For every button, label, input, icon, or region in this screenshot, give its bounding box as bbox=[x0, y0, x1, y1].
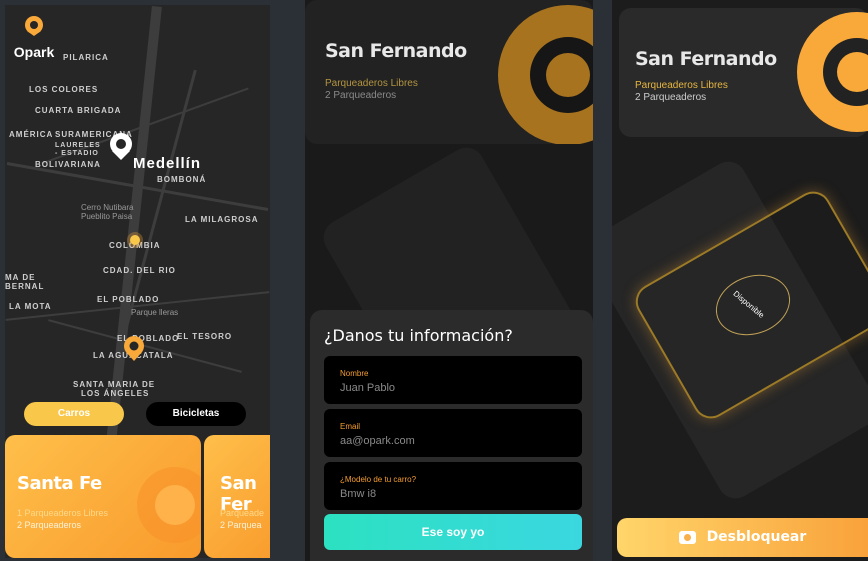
map-label: LA MOTA bbox=[9, 302, 52, 311]
map-label: Pueblito Paisa bbox=[81, 212, 133, 221]
station-subtitle: Parqueaderos Libres 2 Parqueaderos bbox=[325, 78, 418, 102]
map-label: Cerro Nutibara bbox=[81, 203, 134, 212]
field-value: Bmw i8 bbox=[340, 488, 377, 500]
station-subtitle: Parqueaderos Libres 2 Parqueaderos bbox=[635, 80, 728, 104]
parking-marker-icon[interactable] bbox=[108, 132, 134, 162]
parking-marker-icon[interactable] bbox=[122, 335, 146, 363]
field-value: aa@opark.com bbox=[340, 435, 415, 447]
parking-card[interactable]: Santa Fe 1 Parqueaderos Libres 2 Parquea… bbox=[5, 435, 201, 558]
unlock-button[interactable]: Desbloquear bbox=[617, 518, 868, 557]
card-total-count: 2 Parqueaderos bbox=[17, 520, 82, 530]
card-total-count: 2 Parquea bbox=[220, 520, 262, 530]
field-label: Email bbox=[340, 422, 361, 431]
camera-icon bbox=[678, 530, 696, 544]
field-value: Juan Pablo bbox=[340, 382, 396, 394]
field-label: ¿Modelo de tu carro? bbox=[340, 475, 417, 484]
map-label: LOS COLORES bbox=[29, 85, 99, 94]
map-label: LOS ÁNGELES bbox=[81, 389, 150, 398]
email-field[interactable]: Email aa@opark.com bbox=[324, 409, 582, 457]
form-screen: San Fernando Parqueaderos Libres 2 Parqu… bbox=[305, 0, 593, 561]
car-model-field[interactable]: ¿Modelo de tu carro? Bmw i8 bbox=[324, 462, 582, 510]
card-title: Santa Fe bbox=[17, 473, 102, 494]
pin-icon bbox=[498, 5, 593, 144]
submit-button[interactable]: Ese soy yo bbox=[324, 514, 582, 550]
map-label: PILARICA bbox=[63, 53, 109, 62]
toggle-bikes-button[interactable]: Bicicletas bbox=[146, 402, 246, 426]
card-free-count: 1 Parqueaderos Libres bbox=[17, 508, 109, 518]
card-subtitle: Parqueade 2 Parquea bbox=[220, 507, 264, 531]
toggle-cars-button[interactable]: Carros bbox=[24, 402, 124, 426]
app-logo: Opark bbox=[11, 15, 57, 60]
total-count: 2 Parqueaderos bbox=[325, 90, 397, 101]
map-label: SANTA MARIA DE bbox=[73, 380, 156, 389]
map-label: - ESTADIO bbox=[55, 150, 99, 157]
pin-icon bbox=[797, 12, 868, 132]
free-count: Parqueaderos Libres bbox=[635, 80, 728, 91]
map-city-label: Medellín bbox=[133, 155, 202, 172]
pin-icon bbox=[25, 16, 43, 36]
card-subtitle: 1 Parqueaderos Libres 2 Parqueaderos bbox=[17, 507, 108, 531]
card-free-count: Parqueade bbox=[220, 508, 265, 518]
info-form-sheet: ¿Danos tu información? Nombre Juan Pablo… bbox=[310, 310, 593, 561]
parking-card[interactable]: San Fer Parqueade 2 Parquea bbox=[204, 435, 270, 558]
map-label: AMÉRICA bbox=[9, 130, 54, 139]
map-label: CUARTA BRIGADA bbox=[35, 106, 122, 115]
map-label: LA MILAGROSA bbox=[185, 215, 259, 224]
map-label: LAURELES bbox=[55, 142, 101, 149]
total-count: 2 Parqueaderos bbox=[635, 92, 707, 103]
location-dot-icon bbox=[127, 232, 143, 248]
map-label: CDAD. DEL RIO bbox=[103, 266, 176, 275]
map-label: BOMBONÁ bbox=[157, 175, 207, 184]
map-label: EL POBLADO bbox=[97, 295, 160, 304]
map-label: BOLIVARIANA bbox=[35, 160, 101, 169]
map-label: MA DE bbox=[5, 273, 36, 282]
map-label: BERNAL bbox=[5, 282, 45, 291]
unlock-screen: San Fernando Parqueaderos Libres 2 Parqu… bbox=[612, 0, 868, 561]
name-field[interactable]: Nombre Juan Pablo bbox=[324, 356, 582, 404]
unlock-label: Desbloquear bbox=[706, 529, 807, 545]
station-title: San Fernando bbox=[635, 48, 777, 70]
free-count: Parqueaderos Libres bbox=[325, 78, 418, 89]
app-name: Opark bbox=[13, 44, 55, 60]
map-label: EL TESORO bbox=[177, 332, 233, 341]
field-label: Nombre bbox=[340, 369, 369, 378]
station-header: San Fernando Parqueaderos Libres 2 Parqu… bbox=[305, 0, 593, 144]
station-header: San Fernando Parqueaderos Libres 2 Parqu… bbox=[619, 8, 868, 137]
form-title: ¿Danos tu información? bbox=[324, 326, 513, 345]
map-label: Parque lleras bbox=[131, 308, 179, 317]
pin-icon bbox=[137, 467, 201, 543]
station-title: San Fernando bbox=[325, 40, 467, 62]
map-screen: Opark PILARICA LOS COLORES CUARTA BRIGAD… bbox=[5, 5, 270, 558]
